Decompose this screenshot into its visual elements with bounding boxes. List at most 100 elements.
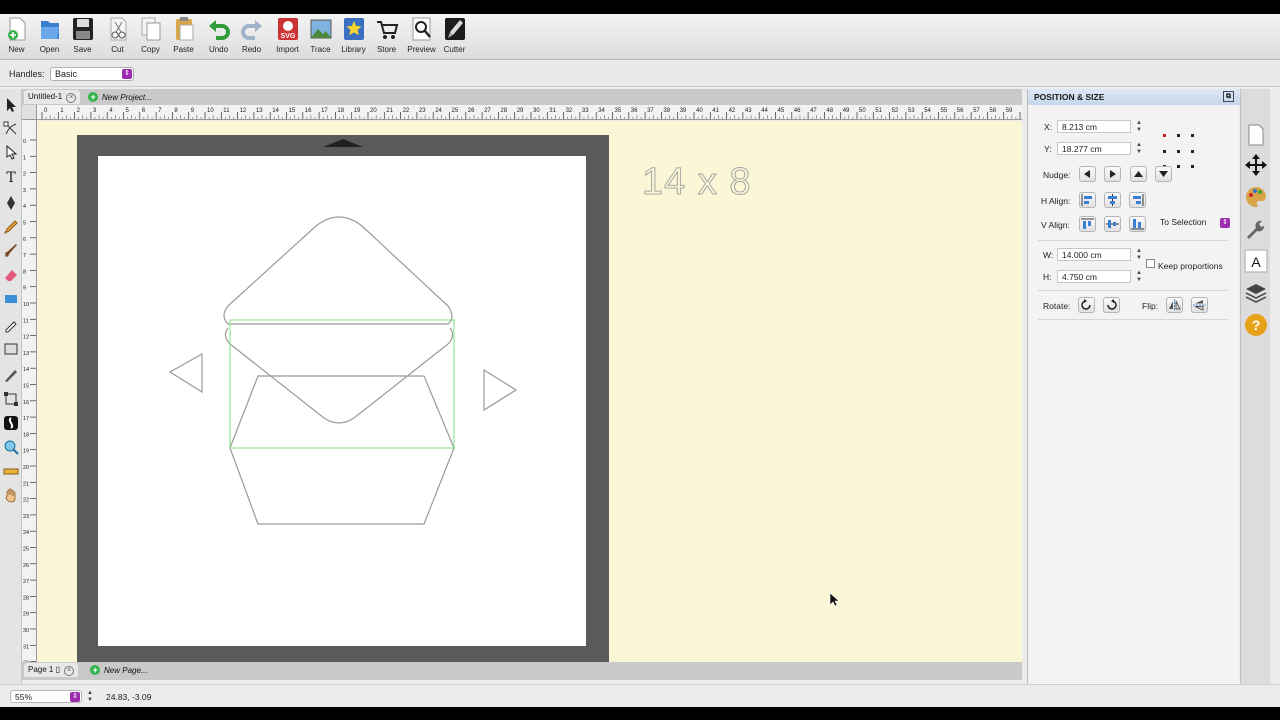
height-field[interactable]: 4.750 cm [1057,270,1131,283]
triangle-left-icon [1084,170,1090,178]
x-stepper[interactable]: ▲ ▼ [1135,120,1143,134]
import-button[interactable]: SVG Import [271,16,304,58]
align-right-button[interactable] [1129,192,1146,208]
copy-button[interactable]: Copy [134,16,167,58]
reference-point-grid[interactable] [1162,133,1194,169]
ruler-corner [22,105,37,120]
save-button[interactable]: Save [66,16,99,58]
tab-new-project[interactable]: + New Project... [84,90,156,104]
rotate-left-button[interactable] [1078,297,1095,313]
undo-button[interactable]: Undo [202,16,235,58]
ruler-number: 25 [452,108,459,114]
nudge-up-button[interactable] [1130,166,1147,182]
align-target-value: To Selection [1160,217,1207,227]
ruler-number: 4 [23,204,26,210]
close-icon[interactable]: × [66,93,77,103]
ruler-measure-icon[interactable] [3,463,19,479]
font-text-icon[interactable]: A [1244,249,1268,273]
cutter-button[interactable]: Cutter [438,16,471,58]
zoom-icon[interactable] [3,439,19,455]
eraser-icon[interactable] [3,267,19,283]
ruler-number: 13 [23,351,29,357]
document-icon[interactable] [1244,123,1268,147]
align-left-button[interactable] [1079,192,1096,208]
pen-tool-icon[interactable] [3,195,19,211]
library-button[interactable]: Library [337,16,370,58]
new-button[interactable]: New [0,16,33,58]
help-icon[interactable]: ? [1244,313,1268,337]
select-arrow-icon[interactable] [3,97,19,113]
envelope-design[interactable] [98,156,586,646]
rectangle-shape-icon[interactable] [3,291,19,307]
cut-button[interactable]: Cut [101,16,134,58]
handles-select[interactable]: Basic ⇕ [50,67,134,81]
paste-button[interactable]: Paste [167,16,200,58]
eyedropper-icon[interactable] [3,317,19,333]
x-field[interactable]: 8.213 cm [1057,120,1131,133]
brush-icon[interactable] [3,243,19,259]
zoom-select[interactable]: 55% ⇕ [10,690,82,703]
keep-proportions-label: Keep proportions [1158,261,1223,271]
close-icon[interactable]: × [64,666,74,676]
pencil-icon[interactable] [3,219,19,235]
ruler-number: 17 [23,416,29,422]
hand-pan-icon[interactable] [3,487,19,503]
envelope-bottom-flap [229,375,455,525]
trace-button[interactable]: Trace [304,16,337,58]
align-top-button[interactable] [1079,216,1096,232]
knife-tool-icon[interactable] [3,367,19,383]
handles-bar: Handles: Basic ⇕ [0,61,1280,87]
flip-horizontal-button[interactable] [1166,297,1183,313]
open-button[interactable]: Open [33,16,66,58]
design-canvas[interactable]: 14 x 8 [37,121,1022,676]
align-target-select[interactable]: To Selection ⇕ [1156,216,1232,230]
envelope-top-flap [223,216,453,325]
height-stepper[interactable]: ▲ ▼ [1135,270,1143,284]
zoom-stepper[interactable]: ▲ ▼ [86,690,94,704]
flip-vertical-button[interactable] [1191,297,1208,313]
rotate-right-button[interactable] [1103,297,1120,313]
redo-button[interactable]: Redo [235,16,268,58]
ruler-number: 2 [23,172,26,178]
node-edit-icon[interactable] [3,121,19,137]
flip-vertical-icon [1193,300,1206,311]
nudge-right-button[interactable] [1104,166,1121,182]
node-select-icon[interactable] [3,145,19,161]
nudge-down-button[interactable] [1155,166,1172,182]
width-field[interactable]: 14.000 cm [1057,248,1131,261]
layers-icon[interactable] [1244,281,1268,305]
align-center-h-button[interactable] [1104,192,1121,208]
y-stepper[interactable]: ▲ ▼ [1135,142,1143,156]
ruler-number: 35 [615,108,622,114]
keep-proportions-checkbox[interactable] [1146,259,1155,268]
panel-switcher: A ? [1240,89,1270,695]
align-middle-v-button[interactable] [1104,216,1121,232]
ruler-number: 18 [23,432,29,438]
nudge-left-button[interactable] [1079,166,1096,182]
svg-text:T: T [6,170,16,185]
detach-panel-icon[interactable]: ⧉ [1223,91,1234,102]
tab-page-1[interactable]: Page 1 ▯ × [24,663,78,677]
shape-edit-icon[interactable] [3,391,19,407]
wrench-icon[interactable] [1244,217,1268,241]
ruler-number: 24 [23,530,29,536]
h-value: 4.750 cm [1062,272,1097,282]
text-tool-icon[interactable]: T [3,169,19,185]
divider [1038,319,1228,320]
ruler-number: 53 [908,108,915,114]
handles-label: Handles: [9,69,45,79]
tab-untitled-1[interactable]: Untitled-1 × [24,90,81,104]
align-bottom-button[interactable] [1129,216,1146,232]
tab-new-page[interactable]: + New Page... [86,663,152,677]
y-field[interactable]: 18.277 cm [1057,142,1131,155]
h-label: H: [1043,272,1052,282]
tab-new-page-label: New Page... [104,666,148,675]
color-palette-icon[interactable] [1244,185,1268,209]
w-value: 14.000 cm [1062,250,1102,260]
move-arrows-icon[interactable] [1244,153,1268,177]
gradient-fill-icon[interactable] [3,341,19,357]
width-stepper[interactable]: ▲ ▼ [1135,248,1143,262]
preview-button[interactable]: Preview [405,16,438,58]
store-button[interactable]: Store [370,16,403,58]
contour-icon[interactable] [3,415,19,431]
